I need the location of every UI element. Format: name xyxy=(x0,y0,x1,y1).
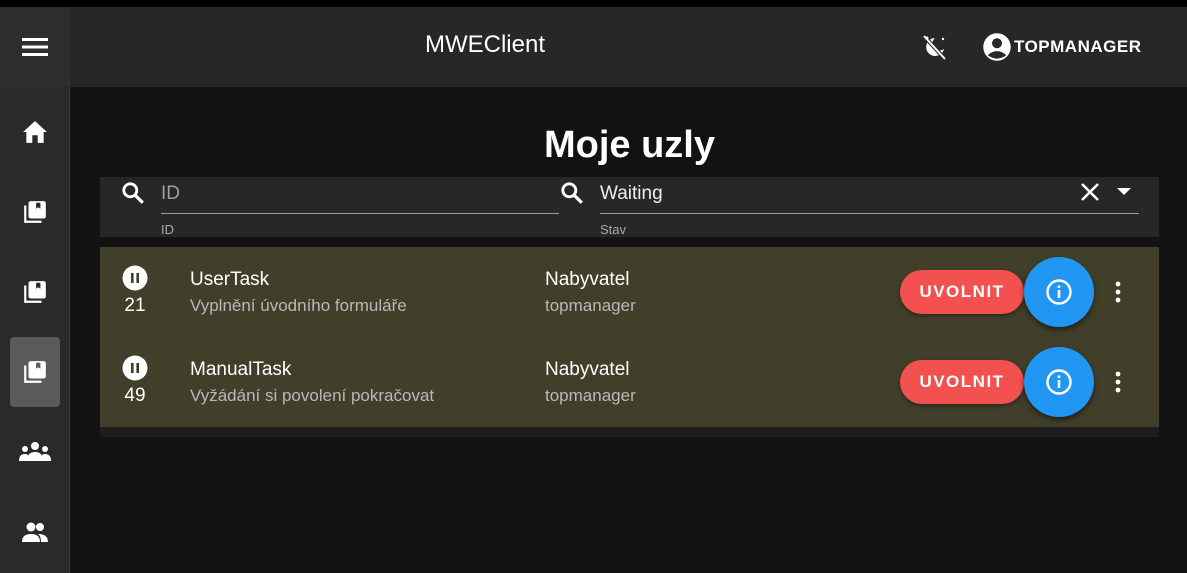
close-icon[interactable] xyxy=(1079,181,1101,203)
task-name: ManualTask xyxy=(190,359,292,380)
groups-icon xyxy=(19,442,51,461)
task-number: 49 xyxy=(124,385,146,406)
theme-toggle-icon xyxy=(922,34,947,61)
sidebar-item-groups[interactable] xyxy=(10,417,60,487)
task-list: 21 UserTask Vyplnění úvodního formuláře … xyxy=(100,247,1159,437)
task-description: Vyžádání si povolení pokračovat xyxy=(190,386,435,405)
task-state: 49 xyxy=(122,355,148,407)
task-description: Vyplnění úvodního formuláře xyxy=(190,296,407,315)
filter-bar: ID ID Waiting Stav xyxy=(100,177,1159,237)
search-icon xyxy=(561,182,583,204)
app-bar: MWEClient TOPMANAGER xyxy=(0,0,1187,87)
page-title: Moje uzly xyxy=(543,124,716,166)
chevron-down-icon[interactable] xyxy=(1116,185,1132,199)
sidebar-item-my-nodes[interactable] xyxy=(10,337,60,407)
user-name: TOPMANAGER xyxy=(1014,37,1142,56)
info-icon xyxy=(1046,369,1072,395)
user-menu-button[interactable]: TOPMANAGER xyxy=(982,31,1141,63)
more-options-button[interactable] xyxy=(1106,279,1130,305)
release-button[interactable]: UVOLNIT xyxy=(900,270,1024,314)
state-filter-select[interactable]: Waiting xyxy=(600,180,1139,214)
info-button[interactable] xyxy=(1024,257,1094,327)
app-title: MWEClient xyxy=(424,31,545,58)
home-icon xyxy=(23,121,47,143)
info-button[interactable] xyxy=(1024,347,1094,417)
table-row[interactable]: 21 UserTask Vyplnění úvodního formuláře … xyxy=(100,247,1159,337)
task-number: 21 xyxy=(124,295,146,316)
pause-circle-icon xyxy=(122,265,148,291)
id-filter-input[interactable]: ID xyxy=(161,180,559,214)
id-filter-label: ID xyxy=(161,222,174,237)
id-filter: ID ID xyxy=(100,177,559,237)
release-button[interactable]: UVOLNIT xyxy=(900,360,1024,404)
sidebar-item-home[interactable] xyxy=(10,97,60,167)
more-vert-icon xyxy=(1115,371,1121,393)
task-state: 21 xyxy=(122,265,148,317)
table-row[interactable]: 49 ManualTask Vyžádání si povolení pokra… xyxy=(100,337,1159,427)
more-vert-icon xyxy=(1115,281,1121,303)
task-name: UserTask xyxy=(190,269,270,290)
account-circle-icon xyxy=(983,33,1011,61)
library-books-icon xyxy=(24,201,46,223)
sidebar-item-library-2[interactable] xyxy=(10,257,60,327)
task-user: topmanager xyxy=(545,386,636,405)
info-icon xyxy=(1046,279,1072,305)
search-icon xyxy=(122,182,144,204)
sidebar xyxy=(0,87,70,573)
task-user: topmanager xyxy=(545,296,636,315)
theme-toggle-button[interactable] xyxy=(916,32,952,62)
state-filter-label: Stav xyxy=(600,222,627,237)
sidebar-item-people[interactable] xyxy=(10,497,60,567)
pause-circle-icon xyxy=(122,355,148,381)
more-options-button[interactable] xyxy=(1106,369,1130,395)
task-role: Nabyvatel xyxy=(545,269,630,290)
sidebar-item-library-1[interactable] xyxy=(10,177,60,247)
people-icon xyxy=(22,522,48,542)
task-role: Nabyvatel xyxy=(545,359,630,380)
library-books-icon xyxy=(24,361,46,383)
state-filter: Waiting Stav xyxy=(539,177,1159,237)
library-books-icon xyxy=(24,281,46,303)
